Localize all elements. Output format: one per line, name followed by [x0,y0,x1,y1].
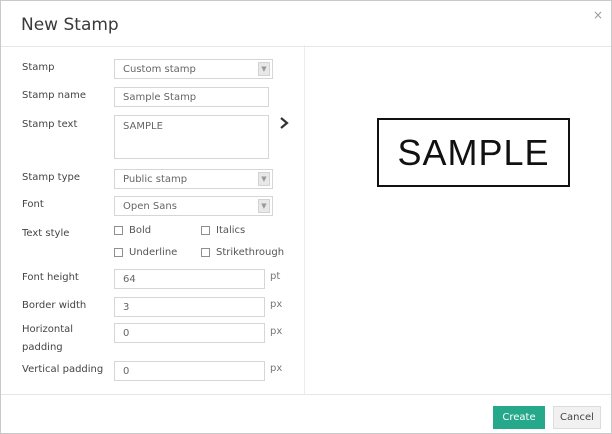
font-height-label: Font height [22,272,79,283]
font-label: Font [22,199,44,210]
stamp-text-area[interactable]: SAMPLE [114,115,269,159]
panel-divider [304,45,305,394]
header-divider [1,46,611,47]
bold-checkbox-box[interactable] [114,226,123,235]
font-select[interactable]: Open Sans ▼ [114,196,273,216]
font-height-unit: pt [270,271,281,282]
apply-text-button[interactable] [272,114,296,132]
caret-down-icon: ▼ [258,199,270,213]
underline-label: Underline [129,247,178,258]
vertical-padding-label: Vertical padding [22,364,104,375]
create-button[interactable]: Create [493,406,545,429]
underline-checkbox-box[interactable] [114,248,123,257]
bold-checkbox[interactable]: Bold [114,225,151,236]
stamp-type-label: Stamp type [22,172,81,183]
horizontal-padding-unit: px [270,326,283,337]
text-style-label: Text style [22,228,70,239]
footer-divider [1,394,611,395]
strikethrough-checkbox-box[interactable] [201,248,210,257]
border-width-unit: px [270,299,283,310]
stamp-select[interactable]: Custom stamp ▼ [114,59,273,79]
horizontal-padding-label-line1: Horizontal [22,324,74,335]
vertical-padding-unit: px [270,363,283,374]
horizontal-padding-input[interactable]: 0 [114,323,265,343]
underline-checkbox[interactable]: Underline [114,247,177,258]
stamp-preview: SAMPLE [377,118,570,187]
italics-label: Italics [216,225,246,236]
close-icon[interactable]: × [593,9,603,21]
stamp-name-label: Stamp name [22,90,87,101]
stamp-type-value: Public stamp [123,173,188,185]
stamp-select-value: Custom stamp [123,63,196,75]
stamp-name-input[interactable]: Sample Stamp [114,87,269,107]
stamp-text-label: Stamp text [22,119,78,130]
caret-down-icon: ▼ [258,172,270,186]
vertical-padding-input[interactable]: 0 [114,361,265,381]
strikethrough-checkbox[interactable]: Strikethrough [201,247,284,258]
dialog-title: New Stamp [21,15,119,35]
border-width-label: Border width [22,300,87,311]
font-select-value: Open Sans [123,200,177,212]
horizontal-padding-label: Horizontal padding [22,323,73,354]
font-height-input[interactable]: 64 [114,269,265,289]
italics-checkbox[interactable]: Italics [201,225,245,236]
bold-label: Bold [129,225,152,236]
strikethrough-label: Strikethrough [216,247,285,258]
cancel-button[interactable]: Cancel [553,406,601,429]
italics-checkbox-box[interactable] [201,226,210,235]
caret-down-icon: ▼ [258,62,270,76]
border-width-input[interactable]: 3 [114,297,265,317]
horizontal-padding-label-line2: padding [22,342,63,353]
chevron-right-icon [280,117,289,129]
stamp-label: Stamp [22,62,55,73]
new-stamp-dialog: New Stamp × Stamp Custom stamp ▼ Stamp n… [0,0,612,434]
stamp-type-select[interactable]: Public stamp ▼ [114,169,273,189]
